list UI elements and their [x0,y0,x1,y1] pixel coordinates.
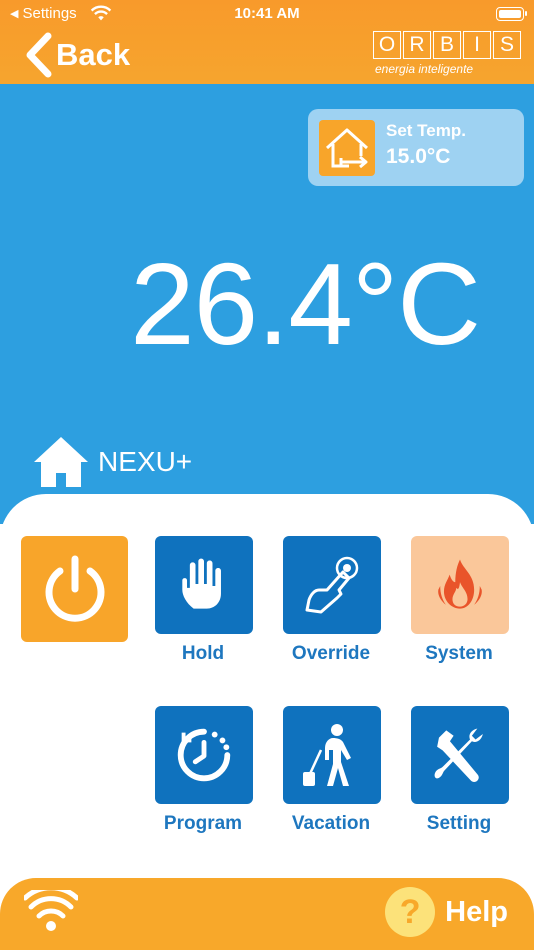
device-name: NEXU+ [98,446,193,477]
set-temp-value: 15.0°C [386,145,451,168]
program-button[interactable] [155,706,253,804]
vacation-button[interactable] [283,706,381,804]
house-arrow-icon [319,120,375,176]
status-time: 10:41 AM [234,5,300,22]
help-button[interactable]: ? Help [385,887,508,937]
override-label: Override [291,643,371,664]
logo-letter: O [373,31,401,59]
device-selector[interactable]: NEXU+ [32,435,192,489]
setting-button[interactable] [411,706,509,804]
logo-letter: R [403,31,431,59]
vacation-label: Vacation [291,813,371,834]
battery-icon [496,7,527,21]
footer-bar: ? Help [0,878,534,950]
clock-icon [177,728,231,782]
back-label: Back [56,37,131,72]
hold-label: Hold [181,643,225,664]
override-button[interactable] [283,536,381,634]
hand-icon [182,558,221,609]
wifi-connection-icon[interactable] [24,890,78,932]
chevron-left-icon [26,32,52,78]
power-button[interactable] [21,536,128,642]
set-temp-card[interactable]: Set Temp. 15.0°C [308,109,524,186]
hold-button[interactable] [155,536,253,634]
status-bar: ◀ Settings 10:41 AM [0,0,534,28]
current-temperature: 26.4°C [130,239,481,369]
logo-tagline: energia inteligente [375,62,474,76]
back-button[interactable]: Back [24,32,130,78]
set-temp-label: Set Temp. [386,121,466,140]
flame-icon [438,559,482,609]
logo-letter: S [493,31,521,59]
setting-label: Setting [426,813,492,834]
power-icon [45,555,104,622]
logo-letter: B [433,31,461,59]
tools-icon [434,728,483,782]
program-label: Program [163,813,243,834]
help-label: Help [445,895,508,928]
app-header: ◀ Settings 10:41 AM Back O R B I S energ… [0,0,534,84]
logo-letter: I [463,31,491,59]
system-button[interactable] [411,536,509,634]
traveler-icon [303,724,351,786]
orbis-logo: O R B I S energia inteligente [373,31,523,76]
touch-finger-icon [305,556,359,614]
home-icon [34,437,88,487]
question-mark-icon: ? [385,887,436,937]
system-label: System [425,643,493,664]
